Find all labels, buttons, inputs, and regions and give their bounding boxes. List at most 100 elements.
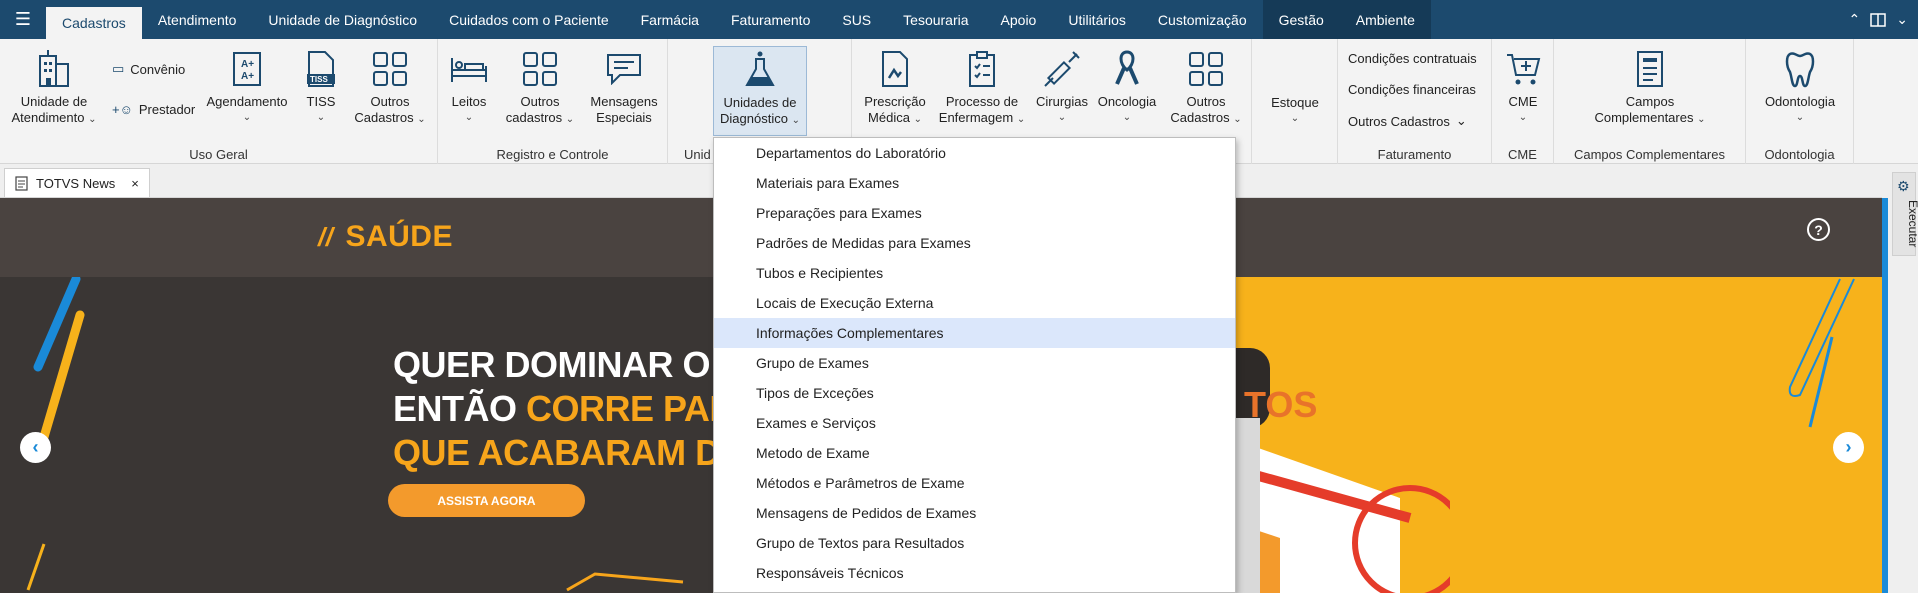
odontologia-button[interactable]: Odontologia ⌄ <box>1756 49 1844 126</box>
oncologia-button[interactable]: Oncologia ⌄ <box>1092 49 1162 126</box>
tab-tesouraria[interactable]: Tesouraria <box>887 0 984 39</box>
headline-line-2-white: ENTÃO <box>393 388 527 429</box>
group-label-odontologia: Odontologia <box>1764 147 1835 162</box>
tiss-document-icon: TISS <box>301 49 341 89</box>
tab-cadastros[interactable]: Cadastros <box>46 7 142 39</box>
tab-sus[interactable]: SUS <box>826 0 887 39</box>
group-label-uso-geral: Uso Geral <box>189 147 248 162</box>
outros-registro-label-2: cadastros <box>505 110 563 125</box>
group-odontologia: Odontologia ⌄ Odontologia <box>1746 39 1854 164</box>
prev-slide-button[interactable]: ‹ <box>20 432 51 463</box>
outros-assist-label-2: Cadastros <box>1170 110 1230 125</box>
caret-icon: ⌄ <box>464 112 474 123</box>
processo-label-2: Enfermagem <box>938 110 1014 125</box>
assista-agora-button[interactable]: ASSISTA AGORA <box>388 484 585 517</box>
tiss-button[interactable]: TISS TISS ⌄ <box>298 49 344 126</box>
chevron-up-icon[interactable]: ⌃ <box>1849 11 1861 28</box>
caret-icon: ⌄ <box>1233 114 1242 125</box>
caret-icon: ⌄ <box>1016 114 1026 125</box>
cirurgias-button[interactable]: Cirurgias ⌄ <box>1030 49 1094 126</box>
caret-icon: ⌄ <box>316 112 326 123</box>
headline-line-2-orange: CORRE PAR <box>526 388 735 429</box>
tab-gestao[interactable]: Gestão <box>1262 0 1340 39</box>
menu-item-mensagens-pedidos[interactable]: Mensagens de Pedidos de Exames <box>714 498 1235 528</box>
tab-totvs-news[interactable]: TOTVS News × <box>4 168 150 197</box>
convenio-button[interactable]: ▭ Convênio <box>112 61 185 77</box>
menu-item-metodo-exame[interactable]: Metodo de Exame <box>714 438 1235 468</box>
tab-customizacao[interactable]: Customização <box>1142 0 1263 39</box>
mensagens-label-1: Mensagens <box>590 94 658 109</box>
menu-item-departamentos-laboratorio[interactable]: Departamentos do Laboratório <box>714 138 1235 168</box>
tab-ambiente[interactable]: Ambiente <box>1339 0 1431 39</box>
menu-item-grupo-textos[interactable]: Grupo de Textos para Resultados <box>714 528 1235 558</box>
condicoes-financeiras-button[interactable]: Condições financeiras <box>1348 82 1476 97</box>
outros-registro-label-1: Outros <box>520 94 560 109</box>
app-menu-icon[interactable]: ☰ <box>0 0 46 39</box>
unidades-diagnostico-button[interactable]: Unidades de Diagnóstico ⌄ <box>713 46 807 136</box>
menu-item-preparacoes-exames[interactable]: Preparações para Exames <box>714 198 1235 228</box>
svg-text:TISS: TISS <box>310 75 328 84</box>
outros-cadastros-button[interactable]: Outros Cadastros ⌄ <box>350 49 430 128</box>
tab-atendimento[interactable]: Atendimento <box>142 0 253 39</box>
caret-icon: ⌄ <box>1455 113 1467 128</box>
layout-icon[interactable] <box>1870 12 1887 28</box>
menu-item-tubos-recipientes[interactable]: Tubos e Recipientes <box>714 258 1235 288</box>
condicoes-contratuais-button[interactable]: Condições contratuais <box>1348 51 1477 66</box>
tab-apoio[interactable]: Apoio <box>985 0 1053 39</box>
cme-button[interactable]: CME ⌄ <box>1498 49 1548 126</box>
agendamento-label: Agendamento <box>206 94 288 109</box>
chevron-down-icon[interactable]: ⌄ <box>1896 11 1908 28</box>
prestador-label: Prestador <box>138 102 196 117</box>
next-slide-button[interactable]: › <box>1833 432 1864 463</box>
menu-item-padroes-medidas[interactable]: Padrões de Medidas para Exames <box>714 228 1235 258</box>
help-icon[interactable]: ? <box>1807 218 1830 241</box>
menu-item-materiais-exames[interactable]: Materiais para Exames <box>714 168 1235 198</box>
menu-item-informacoes-complementares[interactable]: Informações Complementares <box>714 318 1235 348</box>
tab-unidade-diagnostico[interactable]: Unidade de Diagnóstico <box>252 0 433 39</box>
menu-item-locais-execucao[interactable]: Locais de Execução Externa <box>714 288 1235 318</box>
window-controls: ⌃ ⌄ <box>1849 0 1908 39</box>
logo-text: SAÚDE <box>345 220 453 253</box>
group-estoque: Estoque ⌄ <box>1252 39 1338 164</box>
campos-complementares-button[interactable]: Campos Complementares ⌄ <box>1590 49 1710 128</box>
outros-label-1: Outros <box>370 94 410 109</box>
estoque-button[interactable]: Estoque ⌄ <box>1258 95 1332 127</box>
processo-enfermagem-button[interactable]: Processo de Enfermagem ⌄ <box>938 49 1026 128</box>
menu-item-responsaveis-tecnicos[interactable]: Responsáveis Técnicos <box>714 558 1235 588</box>
tab-utilitarios[interactable]: Utilitários <box>1052 0 1142 39</box>
menu-item-metodos-parametros[interactable]: Métodos e Parâmetros de Exame <box>714 468 1235 498</box>
close-icon[interactable]: × <box>131 176 139 191</box>
tiss-label: TISS <box>306 94 336 109</box>
grid-icon <box>1186 49 1226 89</box>
ribbon-icon <box>1107 49 1147 89</box>
headline-line-3: QUE ACABARAM D <box>393 432 721 473</box>
mensagens-especiais-button[interactable]: Mensagens Especiais <box>584 49 664 126</box>
caret-icon: ⌄ <box>1122 112 1132 123</box>
outros-cadastros-registro-button[interactable]: Outros cadastros ⌄ <box>500 49 580 128</box>
mensagens-label-2: Especiais <box>596 110 652 125</box>
outros-fat-label: Outros Cadastros <box>1348 113 1450 129</box>
tab-cuidados-paciente[interactable]: Cuidados com o Paciente <box>433 0 625 39</box>
headline-line-1: QUER DOMINAR O <box>393 344 710 385</box>
caret-icon: ⌄ <box>88 114 97 125</box>
unidade-atendimento-button[interactable]: Unidade de Atendimento ⌄ <box>6 49 102 128</box>
prescricao-medica-button[interactable]: Prescrição Médica ⌄ <box>856 49 934 128</box>
headline-line-2: ENTÃO CORRE PAR <box>393 387 735 431</box>
prestador-button[interactable]: +☺ Prestador <box>112 102 195 117</box>
tab-farmacia[interactable]: Farmácia <box>625 0 715 39</box>
menu-item-tipos-excecoes[interactable]: Tipos de Exceções <box>714 378 1235 408</box>
agendamento-button[interactable]: A+ A+ Agendamento ⌄ <box>202 49 292 126</box>
prescricao-label-1: Prescrição <box>864 94 926 109</box>
cirurgias-label: Cirurgias <box>1035 94 1088 109</box>
tab-faturamento[interactable]: Faturamento <box>715 0 826 39</box>
flask-icon <box>740 50 780 90</box>
menu-item-exames-servicos[interactable]: Exames e Serviços <box>714 408 1235 438</box>
prescription-icon <box>875 49 915 89</box>
outros-cadastros-assist-button[interactable]: Outros Cadastros ⌄ <box>1164 49 1248 128</box>
main-menubar: ☰ Cadastros Atendimento Unidade de Diagn… <box>0 0 1918 39</box>
leitos-button[interactable]: Leitos ⌄ <box>446 49 492 126</box>
vertical-scrollbar[interactable] <box>1882 198 1888 593</box>
menu-item-grupo-exames[interactable]: Grupo de Exames <box>714 348 1235 378</box>
add-user-icon: +☺ <box>112 102 133 117</box>
outros-cadastros-fat-button[interactable]: Outros Cadastros ⌄ <box>1348 113 1467 129</box>
